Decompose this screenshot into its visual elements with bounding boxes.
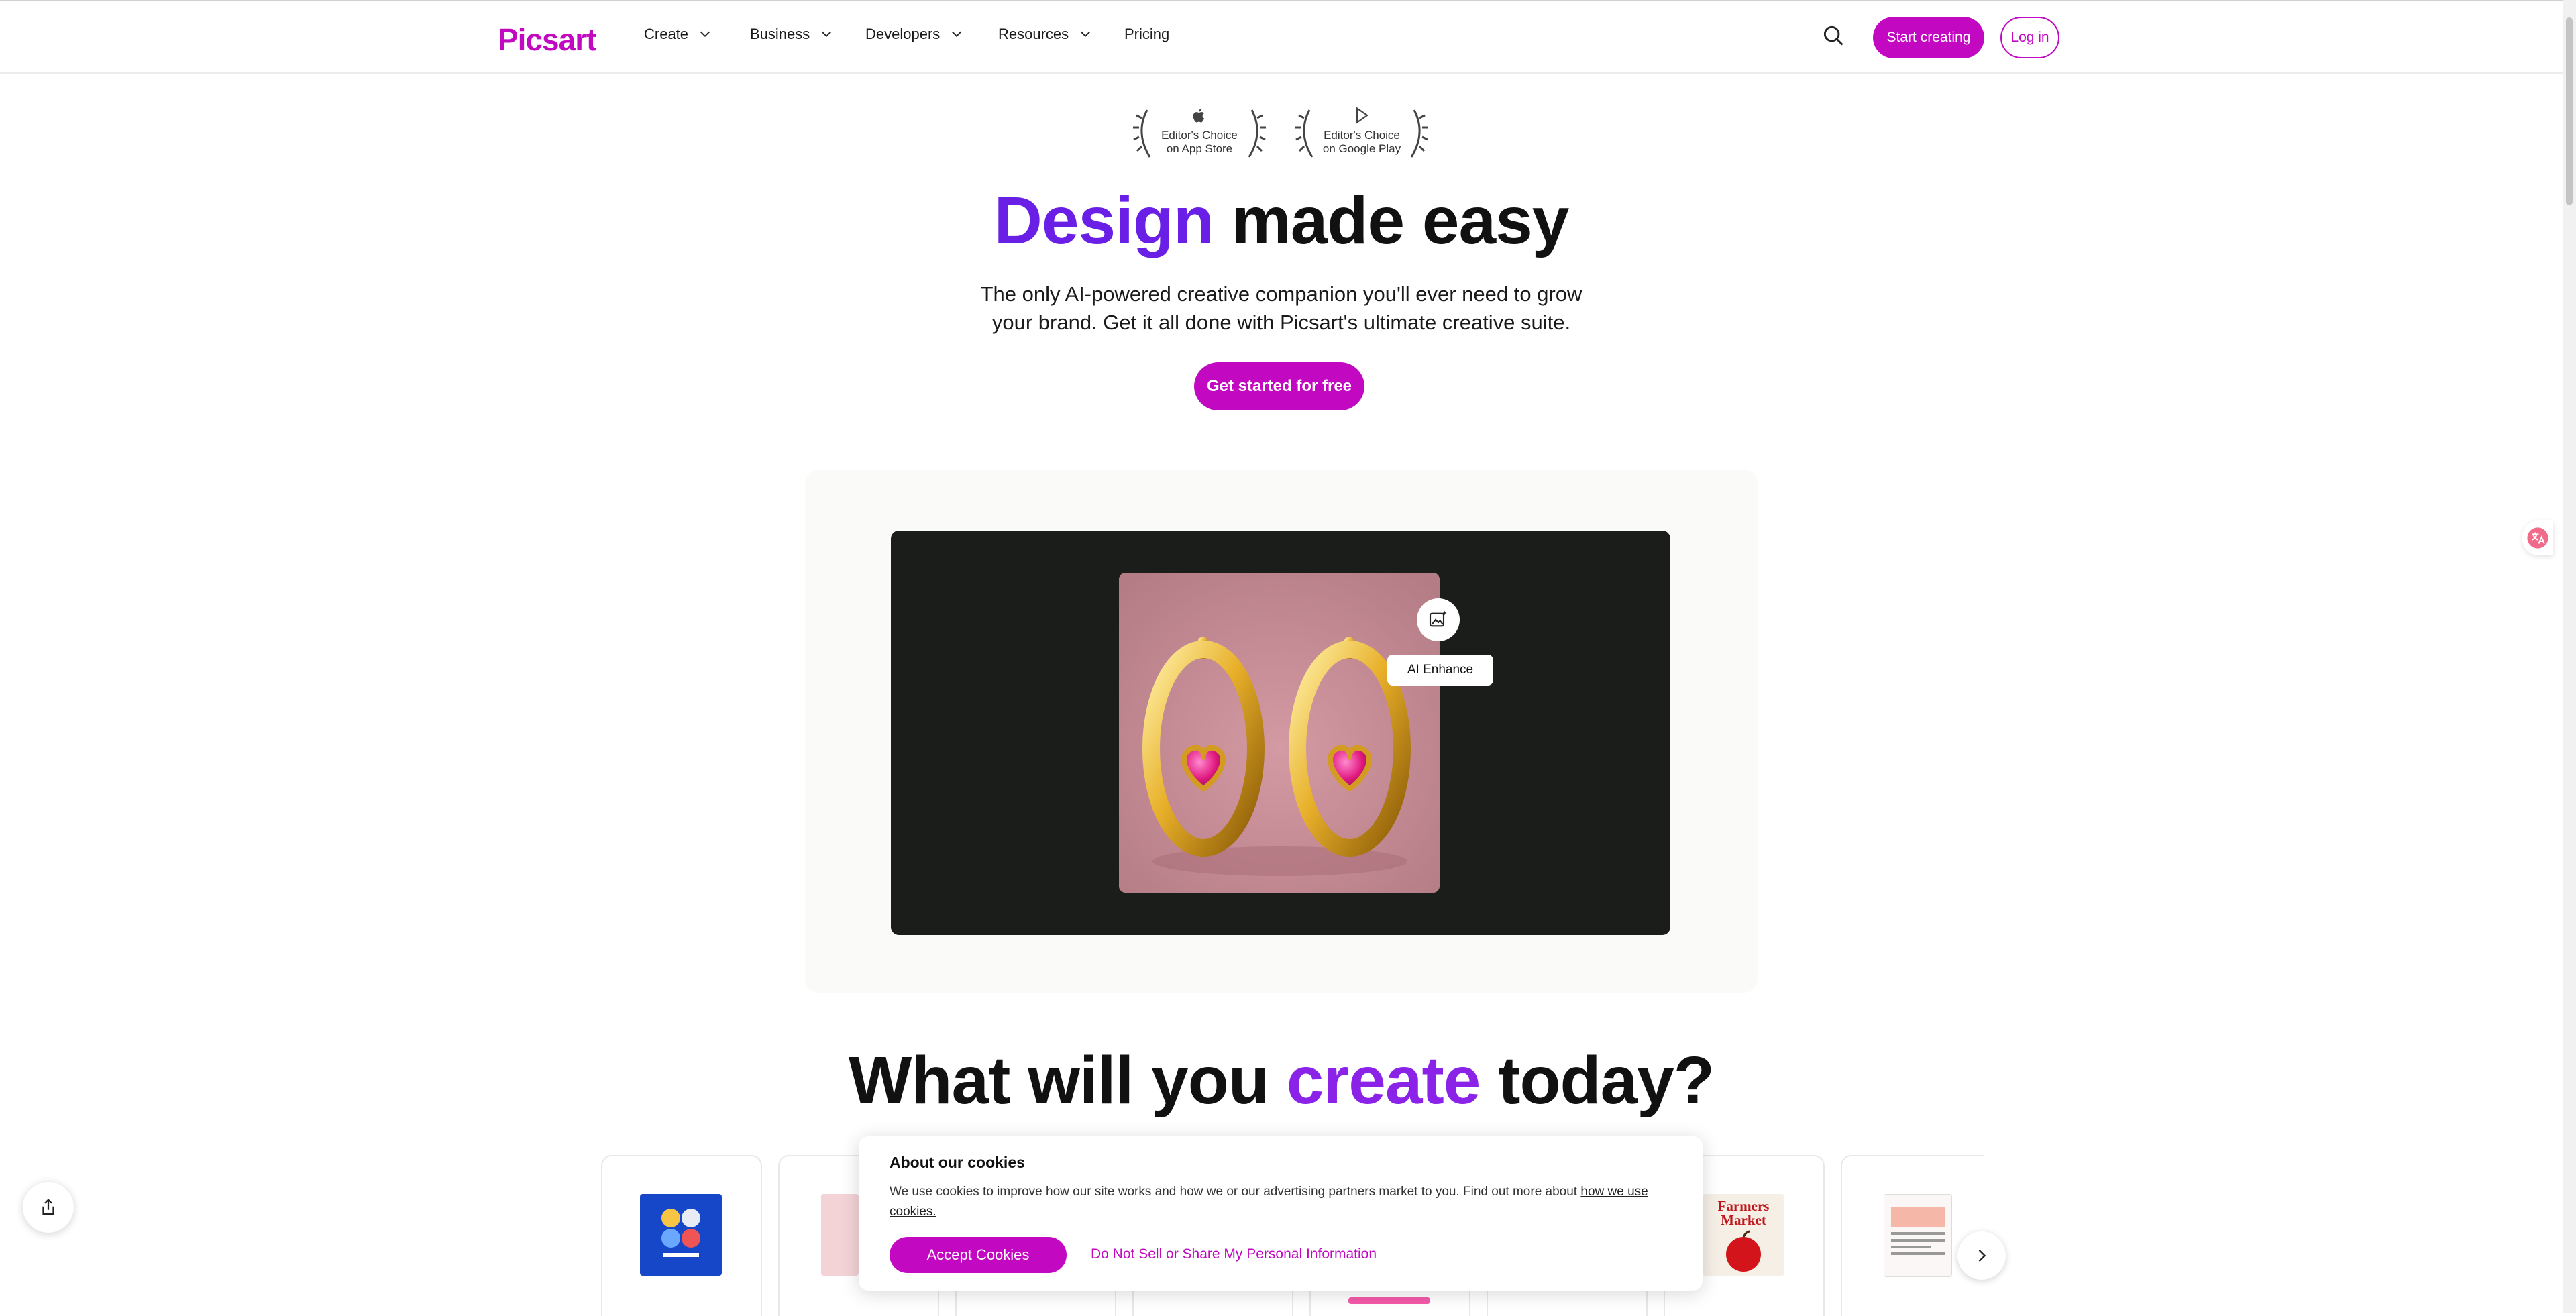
nav-developers-label: Developers: [865, 25, 941, 42]
cookie-title: About our cookies: [890, 1154, 1025, 1171]
get-started-button[interactable]: Get started for free: [1194, 362, 1364, 410]
template-thumbnail-story: [821, 1194, 859, 1276]
chevron-down-icon: [1081, 31, 1091, 38]
hero-title-accent: Design: [994, 183, 1214, 258]
template-card[interactable]: [601, 1155, 762, 1316]
nav-business-label: Business: [750, 25, 810, 42]
section-title-pre: What will you: [849, 1043, 1287, 1118]
start-creating-button[interactable]: Start creating: [1873, 17, 1984, 58]
logo-thumb-graphic: [661, 1209, 700, 1257]
carousel-next-button[interactable]: [1957, 1231, 2006, 1280]
site-header: Picsart Create Business Developers Resou…: [0, 1, 2563, 74]
play-icon: [1356, 107, 1369, 124]
do-not-sell-link[interactable]: Do Not Sell or Share My Personal Informa…: [1091, 1246, 1377, 1262]
nav-create[interactable]: Create: [644, 25, 712, 43]
chevron-right-icon: [1978, 1250, 1986, 1262]
chevron-down-icon: [700, 31, 710, 38]
hero-title-rest: made easy: [1214, 183, 1569, 258]
share-icon: [42, 1199, 54, 1215]
nav-developers[interactable]: Developers: [865, 25, 964, 43]
award-line1: Editor's Choice: [1161, 129, 1238, 142]
template-thumbnail-logo: [640, 1194, 722, 1276]
translate-extension-button[interactable]: [2522, 520, 2553, 555]
ai-enhance-tooltip: AI Enhance: [1387, 655, 1493, 686]
search-icon[interactable]: [1821, 23, 1846, 48]
award-line1: Editor's Choice: [1324, 129, 1400, 142]
award-line2: on Google Play: [1322, 142, 1401, 155]
image-sparkle-icon: [1429, 610, 1447, 627]
earrings-illustration: [1119, 573, 1440, 893]
scrollbar-thumb[interactable]: [2566, 17, 2573, 205]
apple-illustration: [1726, 1230, 1761, 1272]
section-title-post: today?: [1480, 1043, 1715, 1118]
nav-pricing-label: Pricing: [1124, 25, 1170, 42]
award-app-store-text: Editor's Choice on App Store: [1132, 129, 1267, 156]
picsart-logo[interactable]: Picsart: [498, 21, 596, 58]
translate-icon: [2527, 527, 2548, 549]
chevron-down-icon: [822, 31, 832, 38]
product-image-earrings: [1119, 573, 1440, 893]
nav-business[interactable]: Business: [750, 25, 834, 43]
template-thumbnail-document: [1884, 1194, 1952, 1277]
accept-cookies-button[interactable]: Accept Cookies: [890, 1237, 1067, 1273]
template-card[interactable]: [1841, 1155, 1984, 1316]
page-scrollbar[interactable]: [2563, 0, 2576, 1313]
section-title-accent: create: [1286, 1043, 1481, 1118]
hero-subtitle: The only AI-powered creative companion y…: [980, 282, 1582, 334]
nav-resources[interactable]: Resources: [998, 25, 1093, 43]
cookie-body-text: We use cookies to improve how our site w…: [890, 1185, 1581, 1199]
nav-create-label: Create: [644, 25, 689, 42]
create-section-title: What will you create today?: [0, 1042, 2563, 1119]
farmers-market-text: Farmers Market: [1717, 1198, 1770, 1228]
cookie-body: We use cookies to improve how our site w…: [890, 1182, 1674, 1222]
share-button[interactable]: [23, 1182, 74, 1233]
cookie-banner: About our cookies We use cookies to impr…: [859, 1136, 1703, 1291]
nav-pricing[interactable]: Pricing: [1124, 25, 1169, 43]
nav-resources-label: Resources: [998, 25, 1069, 42]
template-thumbnail-strip: [1348, 1297, 1430, 1304]
template-thumbnail-poster: Farmers Market: [1703, 1194, 1784, 1276]
login-button[interactable]: Log in: [2000, 17, 2059, 58]
hero-title: Design made easy: [0, 182, 2563, 260]
award-app-store: Editor's Choice on App Store: [1132, 106, 1267, 161]
award-google-play: Editor's Choice on Google Play: [1295, 106, 1429, 161]
award-google-play-text: Editor's Choice on Google Play: [1295, 129, 1429, 156]
ai-enhance-tool-button[interactable]: [1417, 598, 1460, 641]
apple-icon: [1193, 108, 1204, 123]
award-line2: on App Store: [1166, 142, 1233, 155]
chevron-down-icon: [952, 31, 962, 38]
